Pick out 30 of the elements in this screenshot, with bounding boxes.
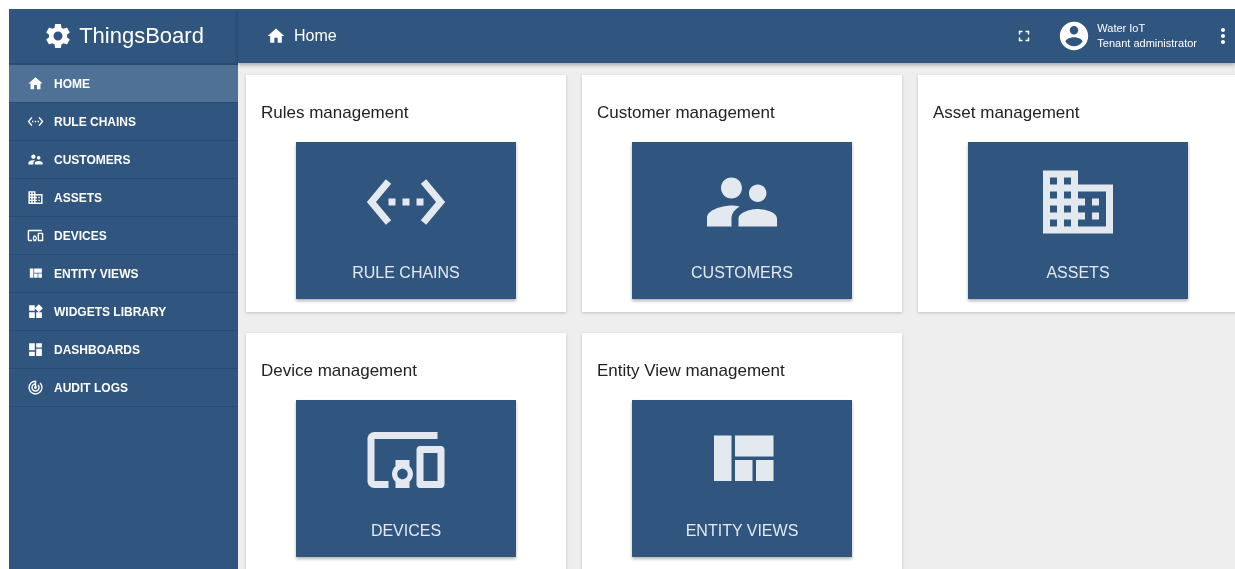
sidebar-item[interactable]: ASSETS — [9, 179, 238, 217]
card-title: Rules management — [261, 103, 409, 123]
building-icon — [27, 189, 44, 206]
home-icon — [266, 26, 286, 46]
user-name: Water IoT — [1097, 21, 1147, 36]
tile-button[interactable]: DEVICES — [296, 400, 516, 557]
devices-icon — [27, 227, 44, 244]
home-icon — [27, 75, 44, 92]
user-role: Tenant administrator — [1097, 36, 1197, 51]
tile-button[interactable]: CUSTOMERS — [632, 142, 852, 299]
app-name: ThingsBoard — [79, 23, 204, 49]
card-title: Customer management — [597, 103, 775, 123]
card-title: Asset management — [933, 103, 1080, 123]
sidebar-item[interactable]: DEVICES — [9, 217, 238, 255]
card-title: Entity View management — [597, 361, 785, 381]
dashboard-icon — [27, 341, 44, 358]
page-title: Home — [294, 27, 337, 45]
sidebar-item[interactable]: ENTITY VIEWS — [9, 255, 238, 293]
widgets-icon — [27, 303, 44, 320]
target-icon — [27, 379, 44, 396]
sidebar-item[interactable]: CUSTOMERS — [9, 141, 238, 179]
sidebar-item[interactable]: DASHBOARDS — [9, 331, 238, 369]
tile-button[interactable]: RULE CHAINS — [296, 142, 516, 299]
card-title: Device management — [261, 361, 417, 381]
sidebar-item[interactable]: RULE CHAINS — [9, 103, 238, 141]
sidebar-item[interactable]: AUDIT LOGS — [9, 369, 238, 407]
sidebar-item[interactable]: HOME — [9, 65, 238, 103]
tile-button[interactable]: ASSETS — [968, 142, 1188, 299]
tile-button[interactable]: ENTITY VIEWS — [632, 400, 852, 557]
sidebar-item[interactable]: WIDGETS LIBRARY — [9, 293, 238, 331]
